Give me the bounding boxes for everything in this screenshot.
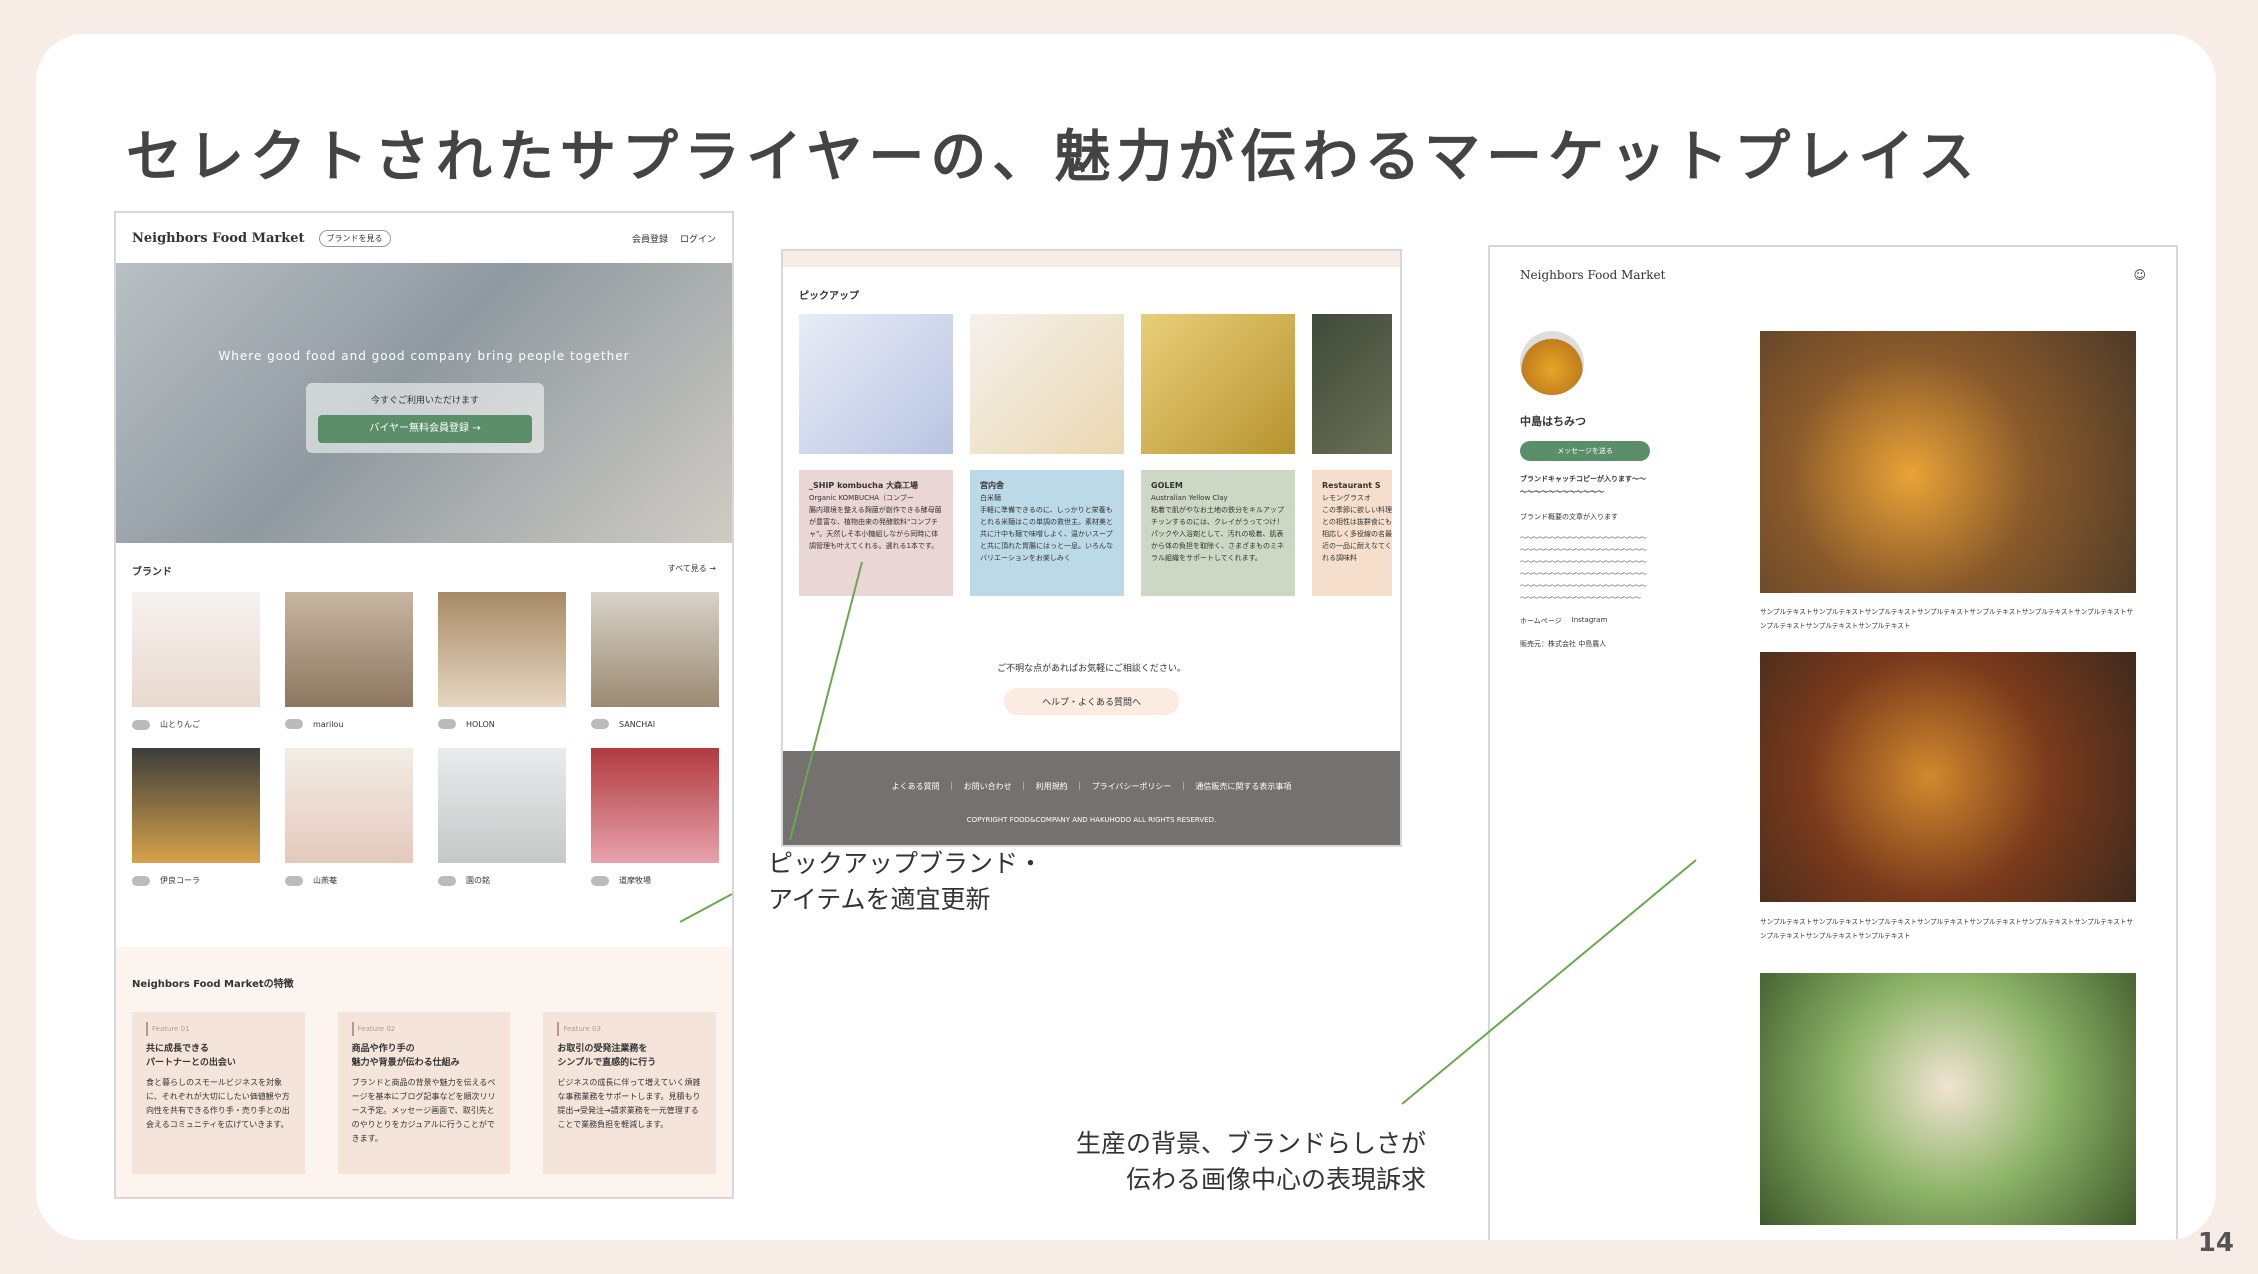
image-caption-note: 生産の背景、ブランドらしさが 伝わる画像中心の表現訴求 xyxy=(1036,1126,1426,1198)
caption-line: 生産の背景、ブランドらしさが xyxy=(1075,1129,1426,1158)
page-number: 14 xyxy=(2197,1228,2234,1258)
caption-line: アイテムを適宜更新 xyxy=(768,885,991,914)
pickup-caption: ピックアップブランド・ アイテムを適宜更新 xyxy=(768,846,1043,918)
caption-line: 伝わる画像中心の表現訴求 xyxy=(1125,1165,1426,1194)
caption-line: ピックアップブランド・ xyxy=(768,849,1044,878)
connector-lines xyxy=(679,561,1697,1105)
slide: セレクトされたサプライヤーの、魅力が伝わるマーケットプレイス Neighbors… xyxy=(36,34,2216,1240)
